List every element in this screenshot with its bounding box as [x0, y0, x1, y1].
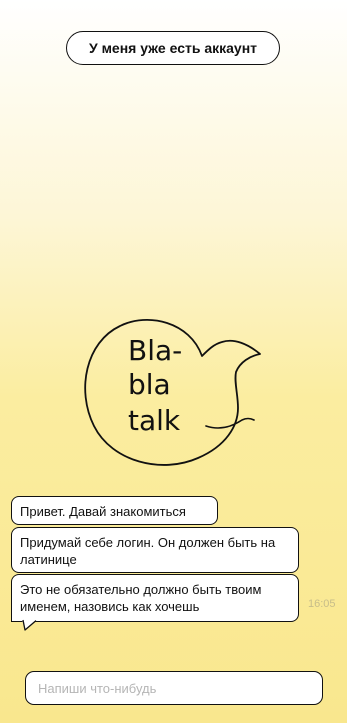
- speech-bubble-logo-icon: Bla- bla talk: [84, 319, 261, 466]
- bubble-tail-icon: [22, 619, 37, 631]
- message-timestamp: 16:05: [308, 598, 336, 610]
- have-account-button[interactable]: У меня уже есть аккаунт: [66, 31, 280, 65]
- logo-line2: bla: [128, 368, 171, 401]
- message-text: Привет. Давай знакомиться: [20, 504, 186, 519]
- app-logo: Bla- bla talk: [78, 308, 268, 478]
- message-input[interactable]: [36, 679, 312, 697]
- message-bubble: Придумай себе логин. Он должен быть на л…: [11, 527, 299, 573]
- logo-line3: talk: [128, 404, 181, 437]
- message-text: Придумай себе логин. Он должен быть на л…: [20, 535, 276, 567]
- message-composer[interactable]: [25, 671, 323, 705]
- message-bubble: Привет. Давай знакомиться: [11, 496, 218, 525]
- message-text: Это не обязательно должно быть твоим име…: [20, 582, 262, 614]
- logo-line1: Bla-: [128, 334, 182, 367]
- message-bubble: Это не обязательно должно быть твоим име…: [11, 574, 299, 622]
